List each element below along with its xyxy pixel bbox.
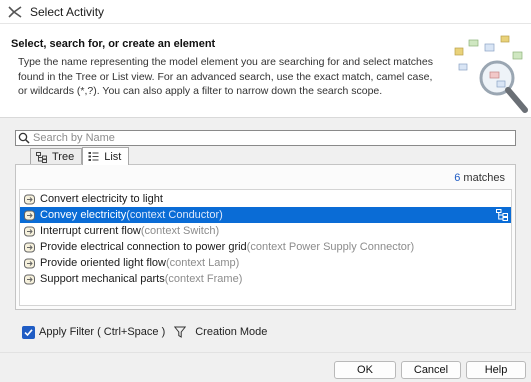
results-panel: 6 matches Convert electricity to light C… bbox=[15, 164, 516, 310]
search-icon bbox=[18, 132, 30, 144]
ok-button[interactable]: OK bbox=[334, 361, 396, 379]
view-tabs: Tree List bbox=[30, 147, 130, 165]
show-in-tree-icon[interactable] bbox=[496, 209, 508, 221]
help-button[interactable]: Help bbox=[466, 361, 526, 379]
app-logo-icon bbox=[8, 5, 22, 18]
list-item[interactable]: Interrupt current flow (context Switch) bbox=[20, 223, 511, 239]
activity-icon bbox=[24, 274, 35, 284]
item-context: (context Switch) bbox=[140, 225, 220, 237]
search-illustration-icon bbox=[454, 35, 528, 113]
item-name: Convert electricity to light bbox=[40, 193, 163, 205]
filter-row: Apply Filter ( Ctrl+Space ) Creation Mod… bbox=[22, 325, 267, 339]
item-name: Provide oriented light flow bbox=[40, 257, 166, 269]
header-description: Type the name representing the model ele… bbox=[18, 56, 433, 97]
list-item[interactable]: Convey electricity (context Conductor) bbox=[20, 207, 511, 223]
filter-funnel-icon[interactable] bbox=[174, 326, 187, 338]
header-heading: Select, search for, or create an element bbox=[11, 38, 216, 50]
item-name: Support mechanical parts bbox=[40, 273, 165, 285]
item-context: (context Conductor) bbox=[126, 209, 223, 221]
match-count-suffix: matches bbox=[460, 172, 505, 184]
results-list[interactable]: Convert electricity to light Convey elec… bbox=[19, 189, 512, 306]
item-context: (context Frame) bbox=[164, 273, 243, 285]
tab-list[interactable]: List bbox=[82, 147, 130, 165]
match-count: 6 matches bbox=[454, 172, 505, 184]
tab-list-label: List bbox=[104, 150, 122, 163]
tab-tree-label: Tree bbox=[52, 151, 75, 163]
title-bar: Select Activity bbox=[0, 0, 531, 24]
activity-icon bbox=[24, 210, 35, 220]
window-title: Select Activity bbox=[30, 4, 105, 19]
checkmark-icon bbox=[24, 328, 33, 336]
tree-icon bbox=[36, 151, 47, 163]
list-item[interactable]: Convert electricity to light bbox=[20, 191, 511, 207]
item-name: Provide electrical connection to power g… bbox=[40, 241, 247, 253]
apply-filter-label[interactable]: Apply Filter ( Ctrl+Space ) bbox=[39, 326, 165, 338]
list-item[interactable]: Provide oriented light flow (context Lamp… bbox=[20, 255, 511, 271]
search-input[interactable] bbox=[33, 131, 503, 145]
dialog-footer: OK Cancel Help bbox=[0, 352, 531, 382]
creation-mode-label[interactable]: Creation Mode bbox=[195, 326, 267, 338]
list-item[interactable]: Support mechanical parts (context Frame) bbox=[20, 271, 511, 287]
search-box[interactable] bbox=[15, 130, 516, 146]
activity-icon bbox=[24, 258, 35, 268]
list-item[interactable]: Provide electrical connection to power g… bbox=[20, 239, 511, 255]
activity-icon bbox=[24, 194, 35, 204]
tab-tree[interactable]: Tree bbox=[30, 148, 83, 165]
activity-icon bbox=[24, 242, 35, 252]
dialog-header: Select, search for, or create an element… bbox=[0, 24, 531, 118]
item-name: Convey electricity bbox=[40, 209, 127, 221]
list-icon bbox=[88, 152, 99, 161]
item-name: Interrupt current flow bbox=[40, 225, 141, 237]
apply-filter-checkbox[interactable] bbox=[22, 325, 35, 339]
item-context: (context Power Supply Connector) bbox=[246, 241, 415, 253]
item-context: (context Lamp) bbox=[165, 257, 240, 269]
activity-icon bbox=[24, 226, 35, 236]
cancel-button[interactable]: Cancel bbox=[401, 361, 461, 379]
